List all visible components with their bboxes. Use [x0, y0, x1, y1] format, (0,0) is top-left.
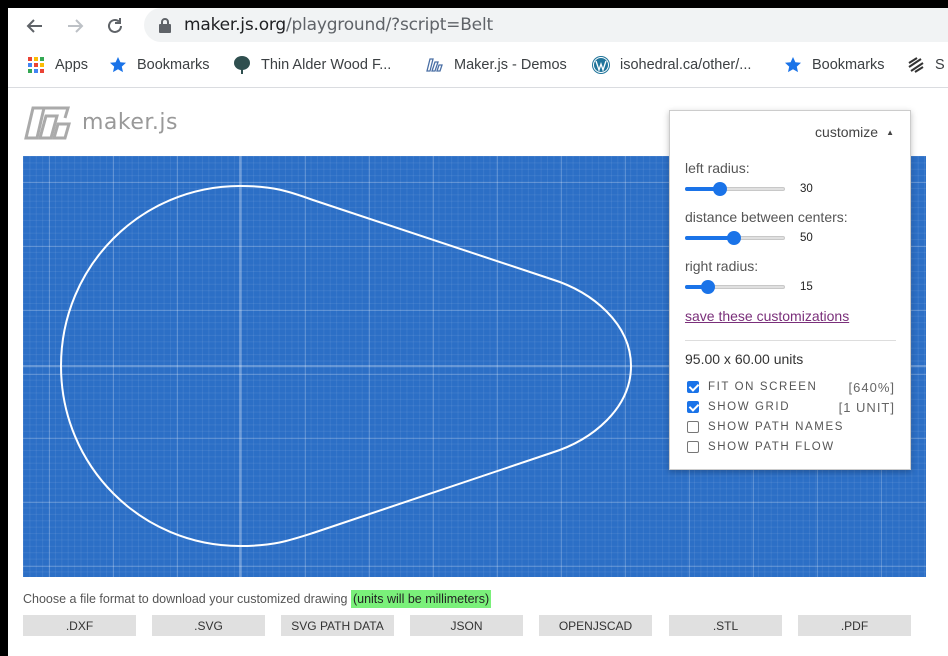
forward-arrow-icon[interactable]: [62, 14, 88, 38]
bookmark-bookmarks-2[interactable]: Bookmarks: [783, 54, 885, 76]
download-prompt: Choose a file format to download your cu…: [23, 590, 492, 608]
show-path-flow-checkbox[interactable]: [687, 441, 699, 453]
browser-window: maker.js.org/playground/?script=Belt App…: [8, 8, 948, 656]
download-openjscad-button[interactable]: OPENJSCAD: [539, 615, 652, 636]
reload-icon[interactable]: [102, 14, 128, 38]
customize-toggle-button[interactable]: customize ▲: [815, 124, 894, 140]
show-path-names-option[interactable]: SHOW PATH NAMES: [687, 420, 895, 436]
download-svg-button[interactable]: .SVG: [152, 615, 265, 636]
makerjs-icon: [425, 55, 445, 75]
address-bar[interactable]: maker.js.org/playground/?script=Belt: [144, 8, 948, 42]
bookmark-makerjs-demos[interactable]: Maker.js - Demos: [425, 54, 567, 76]
bookmark-s[interactable]: S: [906, 54, 945, 76]
slider-thumb[interactable]: [727, 231, 742, 245]
bookmark-isohedral[interactable]: isohedral.ca/other/...: [591, 54, 751, 76]
download-dxf-button[interactable]: .DXF: [23, 615, 136, 636]
bookmark-label: Thin Alder Wood F...: [261, 57, 392, 73]
chrome-divider: [8, 87, 948, 88]
logo-text: maker.js: [82, 109, 178, 135]
left-radius-label: left radius:: [685, 160, 750, 176]
option-value: [1 UNIT]: [838, 400, 895, 415]
apps-grid-icon: [26, 55, 46, 75]
bookmark-bookmarks-1[interactable]: Bookmarks: [108, 54, 210, 76]
slider-thumb[interactable]: [712, 182, 727, 196]
option-label: SHOW PATH NAMES: [708, 421, 845, 433]
show-path-names-checkbox[interactable]: [687, 421, 699, 433]
download-stl-button[interactable]: .STL: [669, 615, 782, 636]
option-label: SHOW GRID: [708, 401, 791, 413]
fit-on-screen-option[interactable]: FIT ON SCREEN [640%]: [687, 380, 895, 396]
bookmark-label: Bookmarks: [812, 57, 885, 73]
option-label: FIT ON SCREEN: [708, 381, 818, 393]
right-radius-slider[interactable]: [685, 279, 785, 295]
stripes-icon: [906, 55, 926, 75]
bookmark-apps[interactable]: Apps: [26, 54, 88, 76]
option-value: [640%]: [848, 380, 895, 395]
right-radius-value: 15: [800, 281, 813, 293]
bookmark-label: Apps: [55, 57, 89, 73]
distance-between-centers-value: 50: [800, 232, 813, 244]
show-grid-checkbox[interactable]: [687, 401, 699, 413]
show-grid-option[interactable]: SHOW GRID [1 UNIT]: [687, 400, 895, 416]
bookmarks-bar: Apps Bookmarks Thin Alder Wood F... Make…: [8, 50, 948, 80]
lock-icon: [159, 18, 171, 33]
customize-label: customize: [815, 124, 879, 140]
option-label: SHOW PATH FLOW: [708, 441, 835, 453]
browser-nav-bar: maker.js.org/playground/?script=Belt: [8, 8, 948, 44]
download-json-button[interactable]: JSON: [410, 615, 523, 636]
left-radius-slider[interactable]: [685, 181, 785, 197]
download-svg-path-data-button[interactable]: SVG PATH DATA: [281, 615, 394, 636]
slider-thumb[interactable]: [701, 280, 716, 294]
bookmark-label: isohedral.ca/other/...: [620, 57, 752, 73]
panel-divider: [685, 340, 896, 341]
show-path-flow-option[interactable]: SHOW PATH FLOW: [687, 440, 895, 456]
bookmark-label: Bookmarks: [137, 57, 210, 73]
url-text: maker.js.org/playground/?script=Belt: [184, 15, 493, 35]
bookmark-label: Maker.js - Demos: [454, 57, 567, 73]
drawing-dimensions: 95.00 x 60.00 units: [685, 351, 804, 367]
save-customizations-link[interactable]: save these customizations: [685, 308, 849, 324]
star-icon: [108, 55, 128, 75]
distance-between-centers-slider[interactable]: [685, 230, 785, 246]
units-note: (units will be millimeters): [350, 590, 492, 608]
bookmark-thin-alder-wood[interactable]: Thin Alder Wood F...: [232, 54, 391, 76]
download-prompt-text: Choose a file format to download your cu…: [23, 592, 348, 606]
tree-icon: [232, 55, 252, 75]
distance-between-centers-label: distance between centers:: [685, 209, 848, 225]
fit-on-screen-checkbox[interactable]: [687, 381, 699, 393]
right-radius-label: right radius:: [685, 258, 759, 274]
wordpress-icon: [591, 55, 611, 75]
left-radius-value: 30: [800, 183, 813, 195]
back-arrow-icon[interactable]: [22, 14, 48, 38]
customize-panel: customize ▲ left radius: 30 distance betw…: [669, 110, 911, 470]
bookmark-label: S: [935, 57, 945, 73]
star-icon: [783, 55, 803, 75]
makerjs-logo-icon: [24, 106, 71, 140]
caret-up-icon: ▲: [886, 128, 894, 137]
download-pdf-button[interactable]: .PDF: [798, 615, 911, 636]
makerjs-logo[interactable]: maker.js: [24, 102, 178, 142]
